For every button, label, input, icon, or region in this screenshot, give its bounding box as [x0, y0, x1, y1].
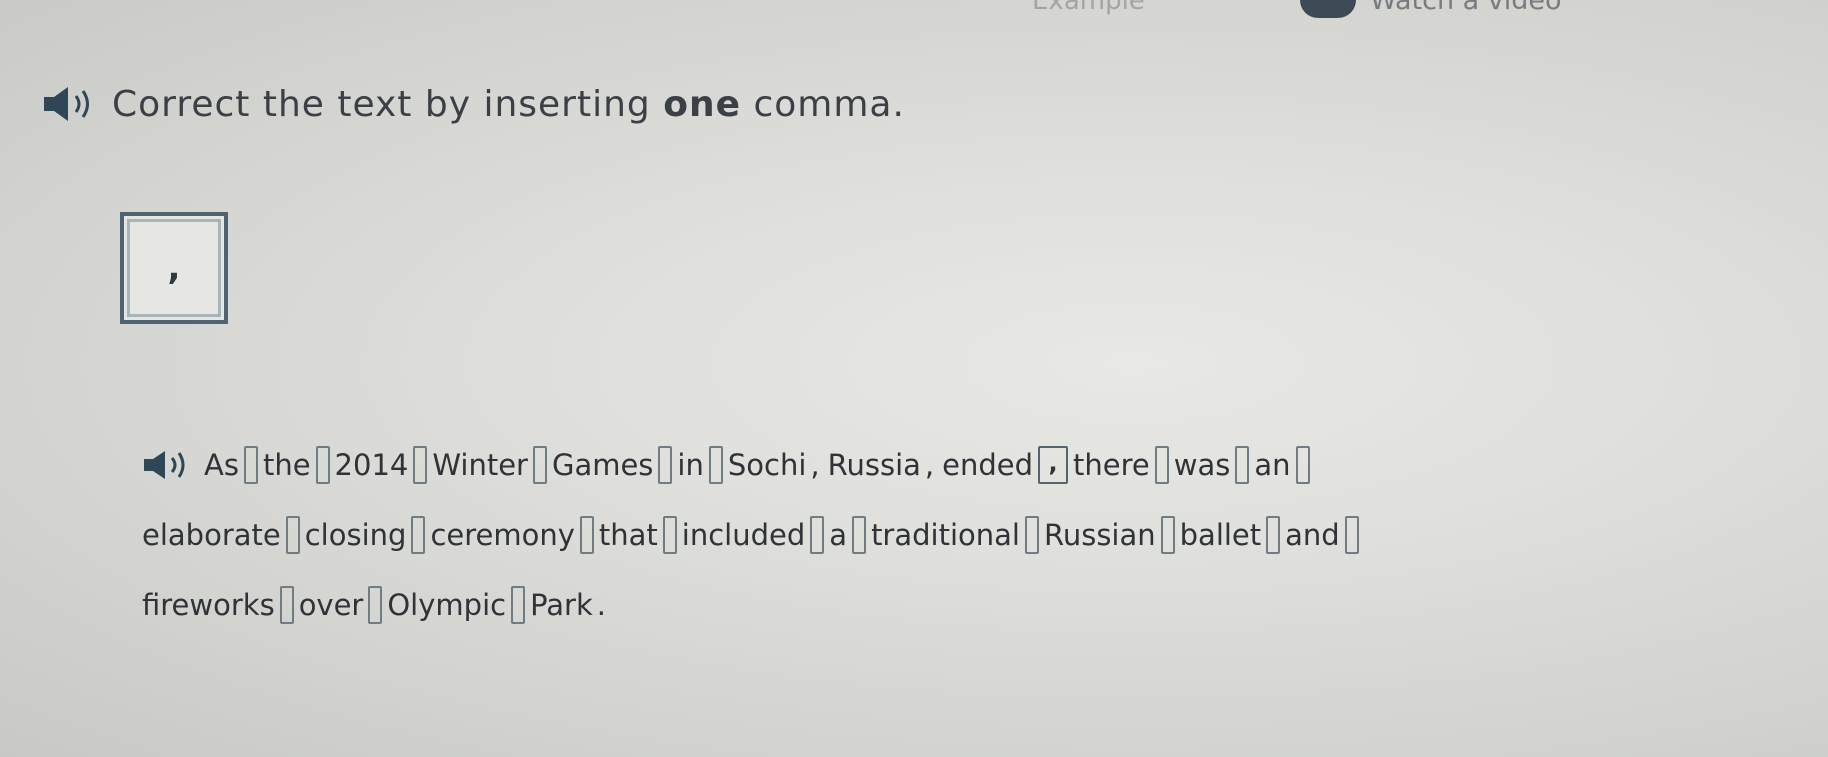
instruction-text: Correct the text by inserting one comma.	[112, 84, 905, 125]
word: Games	[551, 448, 654, 482]
word: ballet	[1179, 518, 1262, 552]
word: As	[204, 448, 239, 482]
word: the	[262, 448, 311, 482]
sentence-area: As the 2014 Winter Games in Sochi , Russ…	[140, 446, 1760, 656]
comma-slot[interactable]	[315, 446, 330, 484]
instruction-part-1: Correct the text by inserting	[112, 83, 664, 125]
comma-slot[interactable]	[1266, 516, 1281, 554]
existing-comma: ,	[810, 448, 820, 482]
word: included	[681, 518, 806, 552]
word: that	[598, 518, 658, 552]
word: closing	[304, 518, 407, 552]
comma-slot[interactable]	[810, 516, 825, 554]
comma-slot[interactable]	[662, 516, 677, 554]
sentence-line-3: fireworks over Olympic Park .	[140, 586, 1760, 624]
comma-slot[interactable]	[708, 446, 723, 484]
comma-slot[interactable]	[852, 516, 867, 554]
comma-slot[interactable]	[279, 586, 294, 624]
comma-slot[interactable]	[532, 446, 547, 484]
existing-comma: ,	[924, 448, 935, 482]
word: ended	[942, 448, 1034, 482]
period: .	[596, 588, 606, 622]
top-tab-fragment[interactable]: Example	[1032, 0, 1145, 16]
word: Winter	[432, 448, 528, 482]
comma-slot[interactable]	[1024, 516, 1039, 554]
comma-slot[interactable]	[368, 586, 383, 624]
comma-slot[interactable]	[1235, 446, 1250, 484]
sentence-line-2: elaborate closing ceremony that included…	[140, 516, 1760, 554]
comma-slot[interactable]	[658, 446, 673, 484]
word: there	[1073, 448, 1150, 482]
watch-video-button[interactable]: Watch a video	[1300, 0, 1562, 18]
instruction-bold: one	[663, 83, 741, 125]
word: Olympic	[387, 588, 507, 622]
word: an	[1254, 448, 1291, 482]
comma-slot[interactable]	[285, 516, 300, 554]
speaker-icon[interactable]	[40, 82, 98, 126]
word: and	[1285, 518, 1340, 552]
comma-slot[interactable]	[1344, 516, 1359, 554]
word: over	[298, 588, 364, 622]
word: Sochi	[727, 448, 807, 482]
comma-slot[interactable]	[511, 586, 526, 624]
word: in	[677, 448, 704, 482]
comma-slot[interactable]	[579, 516, 594, 554]
word: traditional	[871, 518, 1020, 552]
word: a	[829, 518, 848, 552]
instruction-header: Correct the text by inserting one comma.	[40, 82, 905, 126]
word: ceremony	[430, 518, 575, 552]
comma-slot[interactable]	[243, 446, 258, 484]
word: elaborate	[142, 518, 281, 552]
comma-slot[interactable]	[413, 446, 428, 484]
instruction-part-2: comma.	[741, 83, 905, 125]
word: Russia	[827, 448, 921, 482]
comma-slot-filled[interactable]: ,	[1038, 446, 1069, 484]
speaker-icon[interactable]	[140, 447, 198, 483]
word: Park	[530, 588, 593, 622]
word: was	[1173, 448, 1231, 482]
video-play-icon[interactable]	[1300, 0, 1356, 18]
comma-slot[interactable]	[1154, 446, 1169, 484]
word: fireworks	[142, 588, 275, 622]
comma-slot[interactable]	[411, 516, 426, 554]
sentence-line-1: As the 2014 Winter Games in Sochi , Russ…	[140, 446, 1760, 484]
word: Russian	[1043, 518, 1156, 552]
comma-slot[interactable]	[1295, 446, 1310, 484]
word: 2014	[334, 448, 409, 482]
watch-video-label[interactable]: Watch a video	[1370, 0, 1562, 16]
comma-slot[interactable]	[1160, 516, 1175, 554]
comma-tile[interactable]: ,	[120, 212, 228, 324]
